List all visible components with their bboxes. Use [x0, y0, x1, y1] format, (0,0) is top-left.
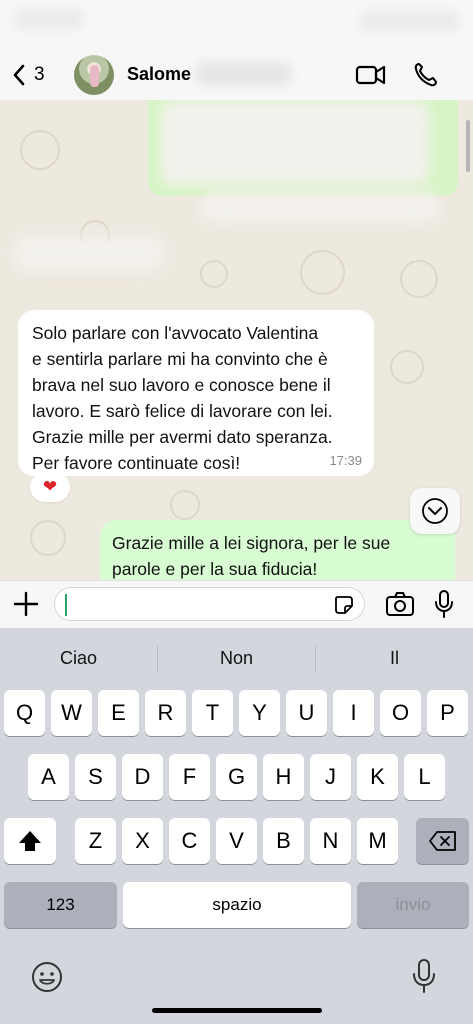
message-input-bar: [0, 580, 473, 628]
status-bar-blur-right: [360, 10, 460, 32]
shift-key[interactable]: [4, 818, 56, 864]
numbers-key[interactable]: 123: [4, 882, 117, 928]
redacted-blur: [14, 236, 164, 272]
scrollbar[interactable]: [466, 120, 470, 172]
key-n[interactable]: N: [310, 818, 351, 864]
plus-icon[interactable]: [12, 590, 40, 618]
key-s[interactable]: S: [75, 754, 116, 800]
redacted-blur: [160, 100, 430, 186]
heart-reaction[interactable]: ❤: [30, 472, 70, 502]
backspace-key[interactable]: [416, 818, 469, 864]
key-k[interactable]: K: [357, 754, 398, 800]
key-w[interactable]: W: [51, 690, 92, 736]
wallpaper-doodle: [300, 250, 345, 295]
redacted-blur: [200, 192, 440, 222]
chat-header: 3 Salome: [0, 0, 473, 100]
key-z[interactable]: Z: [75, 818, 116, 864]
chevron-left-icon: [13, 64, 25, 86]
key-m[interactable]: M: [357, 818, 398, 864]
chat-area[interactable]: Solo parlare con l'avvocato Valentina e …: [0, 100, 473, 580]
emoji-icon[interactable]: [30, 960, 64, 994]
key-t[interactable]: T: [192, 690, 233, 736]
camera-icon[interactable]: [385, 591, 415, 617]
back-button[interactable]: 3: [12, 60, 45, 90]
dictation-icon[interactable]: [412, 958, 436, 994]
key-g[interactable]: G: [216, 754, 257, 800]
shift-icon: [19, 831, 41, 851]
contact-name[interactable]: Salome: [127, 64, 191, 85]
incoming-message[interactable]: Solo parlare con l'avvocato Valentina e …: [18, 310, 374, 476]
key-d[interactable]: D: [122, 754, 163, 800]
suggestion-3[interactable]: Il: [316, 638, 473, 678]
unread-count: 3: [34, 64, 45, 85]
avatar[interactable]: [74, 55, 114, 95]
scroll-to-bottom-button[interactable]: [410, 488, 460, 534]
message-input[interactable]: [54, 587, 365, 621]
backspace-icon: [428, 831, 456, 851]
key-v[interactable]: V: [216, 818, 257, 864]
key-c[interactable]: C: [169, 818, 210, 864]
text-caret: [65, 594, 67, 616]
message-text: Solo parlare con l'avvocato Valentina e …: [32, 323, 333, 473]
wallpaper-doodle: [400, 260, 438, 298]
key-h[interactable]: H: [263, 754, 304, 800]
return-key[interactable]: invio: [357, 882, 469, 928]
key-f[interactable]: F: [169, 754, 210, 800]
key-b[interactable]: B: [263, 818, 304, 864]
wallpaper-doodle: [390, 350, 424, 384]
key-q[interactable]: Q: [4, 690, 45, 736]
key-y[interactable]: Y: [239, 690, 280, 736]
home-indicator[interactable]: [152, 1008, 322, 1013]
mic-icon[interactable]: [434, 589, 454, 619]
suggestion-1[interactable]: Ciao: [0, 638, 157, 678]
wallpaper-doodle: [20, 130, 60, 170]
video-call-icon[interactable]: [355, 60, 387, 90]
key-e[interactable]: E: [98, 690, 139, 736]
chevron-down-icon: [422, 498, 448, 524]
key-x[interactable]: X: [122, 818, 163, 864]
status-bar-blur-left: [14, 8, 84, 30]
phone-icon[interactable]: [412, 60, 440, 90]
key-r[interactable]: R: [145, 690, 186, 736]
message-text: Grazie mille a lei signora, per le sue p…: [112, 533, 391, 579]
key-a[interactable]: A: [28, 754, 69, 800]
key-u[interactable]: U: [286, 690, 327, 736]
wallpaper-doodle: [200, 260, 228, 288]
key-j[interactable]: J: [310, 754, 351, 800]
key-p[interactable]: P: [427, 690, 468, 736]
key-i[interactable]: I: [333, 690, 374, 736]
sticker-icon[interactable]: [333, 594, 355, 616]
key-l[interactable]: L: [404, 754, 445, 800]
redacted-name-blur: [196, 62, 291, 86]
suggestion-2[interactable]: Non: [158, 638, 315, 678]
keyboard: Ciao Non Il Q W E R T Y U I O P A S D F …: [0, 628, 473, 1024]
wallpaper-doodle: [30, 520, 66, 556]
key-o[interactable]: O: [380, 690, 421, 736]
wallpaper-doodle: [170, 490, 200, 520]
message-time: 17:39: [329, 453, 362, 468]
outgoing-message[interactable]: Grazie mille a lei signora, per le sue p…: [100, 520, 455, 580]
space-key[interactable]: spazio: [123, 882, 351, 928]
